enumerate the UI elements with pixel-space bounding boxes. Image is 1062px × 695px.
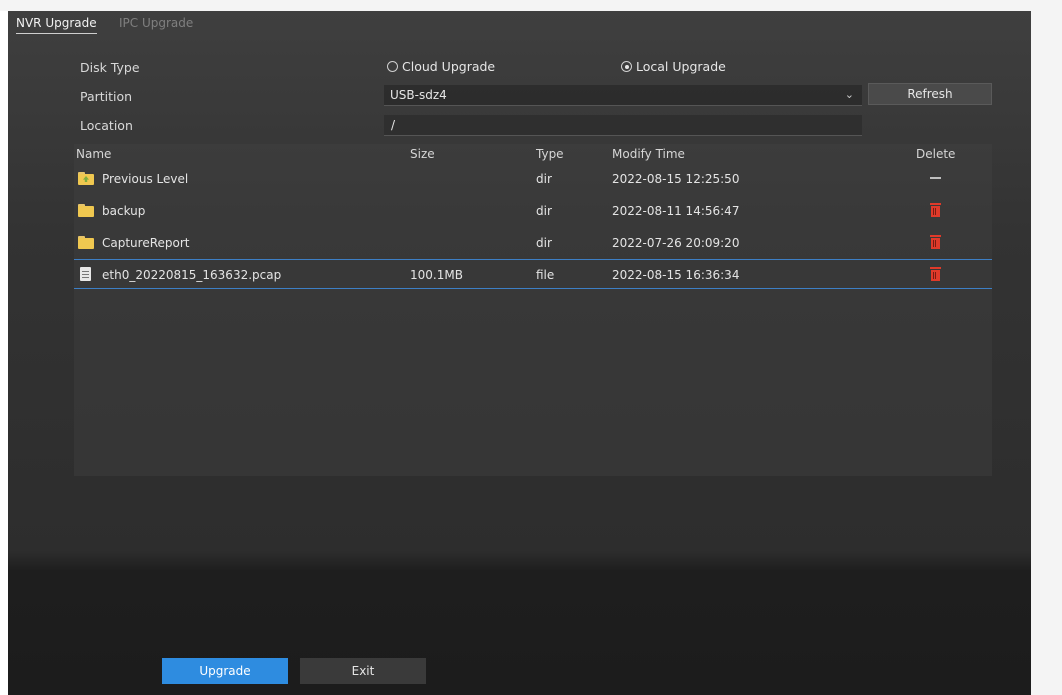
file-type: dir: [536, 236, 552, 250]
partition-value: USB-sdz4: [390, 88, 447, 102]
table-header: Name Size Type Modify Time Delete: [74, 144, 992, 164]
file-table: Name Size Type Modify Time Delete Previo…: [74, 144, 992, 476]
file-modify-time: 2022-07-26 20:09:20: [612, 236, 740, 250]
refresh-button[interactable]: Refresh: [868, 83, 992, 105]
disk-type-label: Disk Type: [80, 60, 140, 75]
right-background: [1031, 0, 1062, 695]
tab-bar: NVR Upgrade IPC Upgrade: [8, 11, 1031, 34]
upgrade-panel: NVR Upgrade IPC Upgrade Disk Type Partit…: [8, 11, 1031, 695]
file-name: Previous Level: [102, 172, 189, 186]
column-header-delete: Delete: [916, 147, 956, 161]
trash-icon[interactable]: [930, 267, 941, 281]
tab-nvr-upgrade[interactable]: NVR Upgrade: [16, 16, 97, 34]
local-upgrade-radio[interactable]: Local Upgrade: [621, 59, 726, 74]
cloud-upgrade-label: Cloud Upgrade: [402, 59, 496, 74]
folder-icon: [78, 204, 94, 217]
file-modify-time: 2022-08-15 16:36:34: [612, 268, 740, 282]
folder-icon: [78, 236, 94, 249]
file-name: backup: [102, 204, 146, 218]
partition-label: Partition: [80, 89, 133, 104]
tab-ipc-upgrade[interactable]: IPC Upgrade: [119, 16, 193, 30]
table-row[interactable]: CaptureReport dir 2022-07-26 20:09:20: [74, 228, 992, 258]
table-row-selected[interactable]: eth0_20220815_163632.pcap 100.1MB file 2…: [74, 259, 992, 289]
file-type: file: [536, 268, 555, 282]
local-upgrade-label: Local Upgrade: [636, 59, 726, 74]
radio-checked-icon: [621, 61, 632, 72]
column-header-type: Type: [536, 147, 564, 161]
top-background: [0, 0, 1062, 11]
location-label: Location: [80, 118, 133, 133]
exit-button[interactable]: Exit: [300, 658, 426, 684]
file-modify-time: 2022-08-11 14:56:47: [612, 204, 740, 218]
column-header-name: Name: [76, 147, 112, 161]
file-size: 100.1MB: [410, 268, 463, 282]
trash-icon[interactable]: [930, 203, 941, 217]
chevron-down-icon: ⌄: [844, 88, 854, 101]
file-icon: [80, 267, 91, 281]
cloud-upgrade-radio[interactable]: Cloud Upgrade: [387, 59, 495, 74]
file-name: CaptureReport: [102, 236, 190, 250]
dash-icon: [930, 177, 941, 179]
column-header-modify-time: Modify Time: [612, 147, 685, 161]
partition-select[interactable]: USB-sdz4 ⌄: [384, 85, 862, 106]
file-type: dir: [536, 204, 552, 218]
upgrade-button[interactable]: Upgrade: [162, 658, 288, 684]
trash-icon[interactable]: [930, 235, 941, 249]
radio-unchecked-icon: [387, 61, 398, 72]
column-header-size: Size: [410, 147, 435, 161]
table-row[interactable]: Previous Level dir 2022-08-15 12:25:50: [74, 164, 992, 194]
table-row[interactable]: backup dir 2022-08-11 14:56:47: [74, 196, 992, 226]
folder-up-icon: [78, 172, 94, 185]
file-type: dir: [536, 172, 552, 186]
file-name: eth0_20220815_163632.pcap: [102, 268, 282, 282]
location-value: /: [391, 118, 396, 132]
location-field: /: [384, 115, 862, 136]
file-modify-time: 2022-08-15 12:25:50: [612, 172, 740, 186]
